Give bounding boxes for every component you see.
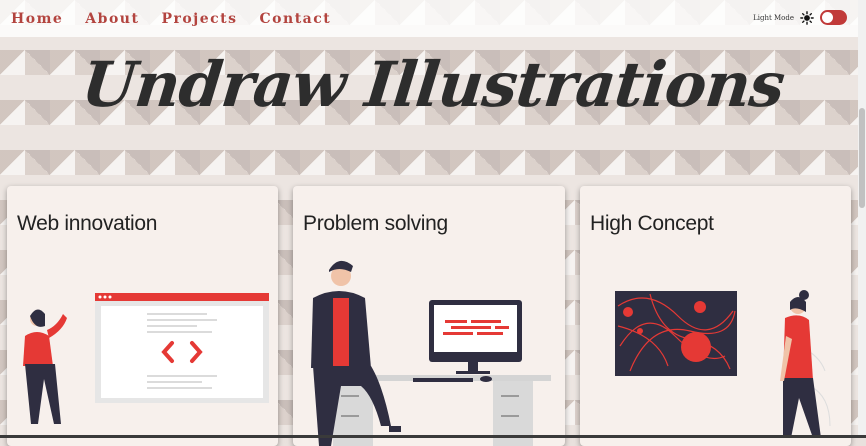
scrollbar[interactable]: [858, 0, 866, 438]
nav-projects-link[interactable]: Projects: [161, 11, 237, 27]
web-developer-illustration: [23, 293, 269, 424]
card-problem-solving[interactable]: Problem solving: [293, 186, 565, 446]
woman-with-abstract-board-illustration: [615, 290, 831, 438]
scrollbar-thumb[interactable]: [859, 108, 865, 208]
nav-about-link[interactable]: About: [85, 11, 139, 27]
person-at-desk-illustration: [311, 260, 551, 446]
navbar: Home About Projects Contact Light Mode: [0, 0, 858, 37]
mode-label: Light Mode: [753, 13, 794, 22]
card-high-concept[interactable]: High Concept: [580, 186, 851, 446]
sun-icon: [800, 10, 814, 25]
hero-title: Undraw Illustrations: [78, 48, 788, 121]
theme-toggle[interactable]: [820, 10, 847, 25]
card-web-innovation[interactable]: Web innovation: [7, 186, 278, 446]
theme-switcher: Light Mode: [753, 10, 847, 25]
toggle-knob: [822, 12, 833, 23]
nav-home-link[interactable]: Home: [11, 11, 63, 27]
nav-contact-link[interactable]: Contact: [260, 11, 332, 27]
